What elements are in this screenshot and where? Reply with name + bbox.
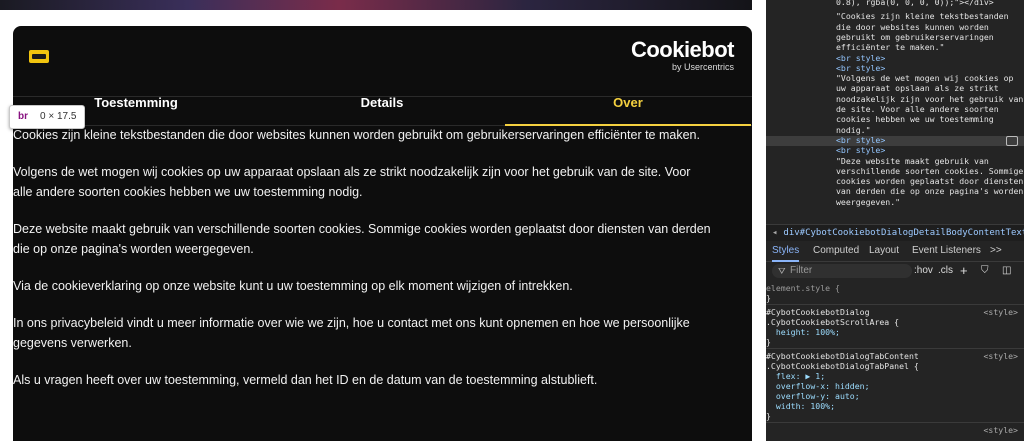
paint-icon[interactable]: ⛉ <box>981 262 989 280</box>
devtools-subtabs: Styles Computed Layout Event Listeners >… <box>766 241 1024 262</box>
style-line-text: height: 100%; <box>766 327 840 337</box>
dialog-header: Cookiebot by Usercentrics <box>13 26 752 96</box>
tab-layout[interactable]: Layout <box>869 241 899 261</box>
cookiebot-logo-text: Cookiebot <box>630 37 735 62</box>
style-line[interactable]: element.style { <box>766 283 1024 293</box>
tooltip-dimensions: 0 × 17.5 <box>40 111 77 122</box>
style-line-text: .CybotCookiebotDialogTabPanel { <box>766 361 919 371</box>
hover-state-toggle[interactable]: :hov <box>914 262 933 280</box>
paragraph: Volgens de wet mogen wij cookies op uw a… <box>13 165 691 199</box>
paragraph: Via de cookieverklaring op onze website … <box>13 279 573 293</box>
code-line[interactable]: "Cookies zijn kleine tekstbestanden <box>836 11 1024 21</box>
tab-computed[interactable]: Computed <box>813 241 859 261</box>
style-line[interactable]: } <box>766 337 1024 347</box>
style-line-text: #CybotCookiebotDialogTabContent <box>766 351 919 361</box>
devtools-panel: 0.8), rgba(0, 0, 0, 0));"></div> "Cookies… <box>766 0 1024 441</box>
cookiebot-logo[interactable]: Cookiebot by Usercentrics <box>630 37 735 73</box>
style-line-text: flex: ▶ 1; <box>766 371 826 381</box>
tab-over[interactable]: Over <box>505 95 751 126</box>
site-logo-icon <box>29 50 49 63</box>
style-line[interactable]: .CybotCookiebotDialogTabPanel { <box>766 361 1024 371</box>
style-line[interactable]: } <box>766 293 1024 303</box>
code-line[interactable]: die door websites kunnen worden <box>836 22 1024 32</box>
paragraph: Cookies zijn kleine tekstbestanden die d… <box>13 128 700 142</box>
paragraph: In ons privacybeleid vindt u meer inform… <box>13 316 690 350</box>
new-rule-button[interactable]: + <box>960 262 968 280</box>
code-line[interactable]: 0.8), rgba(0, 0, 0, 0));"></div> <box>836 0 1024 7</box>
website-viewport: Cookiebot by Usercentrics Toestemming De… <box>0 0 766 441</box>
style-line[interactable]: overflow-x: hidden; <box>766 381 1024 391</box>
code-line[interactable]: "Volgens de wet mogen wij cookies op <box>836 73 1024 83</box>
style-source-link[interactable]: <style> <box>983 425 1018 435</box>
code-line[interactable]: <br style> <box>836 135 1024 145</box>
paragraph: Als u vragen heeft over uw toestemming, … <box>13 373 598 387</box>
style-source-link[interactable]: <style> <box>983 307 1018 317</box>
tab-styles[interactable]: Styles <box>772 241 800 262</box>
elements-tree[interactable]: 0.8), rgba(0, 0, 0, 0));"></div> "Cookies… <box>766 0 1024 224</box>
filter-input[interactable]: ⛛ Filter <box>772 264 912 278</box>
class-toggle[interactable]: .cls <box>938 262 953 280</box>
style-line[interactable]: #CybotCookiebotDialogTabContent <style> <box>766 351 1024 361</box>
style-line-text: width: 100%; <box>766 401 836 411</box>
style-line[interactable]: .CybotCookiebotScrollArea { <box>766 317 1024 327</box>
style-line-text: } <box>766 411 771 421</box>
breadcrumb-path[interactable]: div#CybotCookiebotDialogDetailBodyConten… <box>783 228 1024 238</box>
styles-filter-bar: ⛛ Filter :hov .cls + ⛉ ◫ <box>766 262 1024 280</box>
style-line-text: } <box>766 337 771 347</box>
inspect-element-tooltip: br 0 × 17.5 <box>9 105 86 129</box>
breadcrumb[interactable]: ◂ div#CybotCookiebotDialogDetailBodyConte… <box>766 224 1024 241</box>
style-line-text: #CybotCookiebotDialog <box>766 307 870 317</box>
style-line-text: } <box>766 293 771 303</box>
code-line[interactable]: uw apparaat opslaan als ze strikt <box>836 83 1024 93</box>
code-line[interactable]: cookies hebben we uw toestemming <box>836 114 1024 124</box>
style-line[interactable]: height: 100%; <box>766 327 1024 337</box>
code-line[interactable]: nodig." <box>836 125 1024 135</box>
filter-placeholder: Filter <box>790 265 813 276</box>
code-line[interactable]: van derden die op onze pagina's worden <box>836 186 1024 196</box>
rule-separator <box>766 348 1024 349</box>
filter-icon: ⛛ <box>778 266 786 276</box>
rule-separator <box>766 304 1024 305</box>
style-line-text: overflow-x: hidden; <box>766 381 870 391</box>
tooltip-tag-name: br <box>18 111 28 122</box>
cookiebot-logo-subtext: by Usercentrics <box>671 62 734 72</box>
tab-details[interactable]: Details <box>259 95 505 125</box>
code-line[interactable]: "Deze website maakt gebruik van <box>836 156 1024 166</box>
paragraph: Deze website maakt gebruik van verschill… <box>13 222 711 256</box>
dialog-tabs: Toestemming Details Over <box>13 96 752 126</box>
hero-image-strip <box>0 0 752 10</box>
code-line[interactable]: weergegeven." <box>836 197 1024 207</box>
style-line[interactable]: flex: ▶ 1; <box>766 371 1024 381</box>
style-line-text: overflow-y: auto; <box>766 391 860 401</box>
code-line[interactable]: <br style> <box>836 145 1024 155</box>
code-line[interactable]: gebruikt om gebruikerservaringen <box>836 32 1024 42</box>
more-tabs-button[interactable]: >> <box>990 241 1002 261</box>
style-line[interactable]: #CybotCookiebotDialog <style> <box>766 307 1024 317</box>
style-line[interactable]: overflow-y: auto; <box>766 391 1024 401</box>
tab-label: Over <box>613 95 643 110</box>
style-line[interactable]: } <box>766 411 1024 421</box>
rule-separator <box>766 422 1024 423</box>
code-line[interactable]: <br style> <box>836 53 1024 63</box>
scroll-left-icon[interactable]: ◂ <box>772 228 777 238</box>
about-text-content: Cookies zijn kleine tekstbestanden die d… <box>13 125 713 407</box>
code-line[interactable]: de site. Voor alle andere soorten <box>836 104 1024 114</box>
style-line-text: element.style { <box>766 283 840 293</box>
tab-event-listeners[interactable]: Event Listeners <box>912 241 981 261</box>
code-line[interactable]: cookies worden geplaatst door diensten <box>836 176 1024 186</box>
code-line[interactable]: verschillende soorten cookies. Sommige <box>836 166 1024 176</box>
sidebar-toggle-icon[interactable]: ◫ <box>1002 262 1011 280</box>
tab-label: Details <box>360 95 404 110</box>
code-line[interactable]: noodzakelijk zijn voor het gebruik van <box>836 94 1024 104</box>
style-source-link[interactable]: <style> <box>983 351 1018 361</box>
code-line[interactable]: efficiënter te maken." <box>836 42 1024 52</box>
style-line-text: .CybotCookiebotScrollArea { <box>766 317 900 327</box>
code-line[interactable]: <br style> <box>836 63 1024 73</box>
style-line[interactable]: width: 100%; <box>766 401 1024 411</box>
